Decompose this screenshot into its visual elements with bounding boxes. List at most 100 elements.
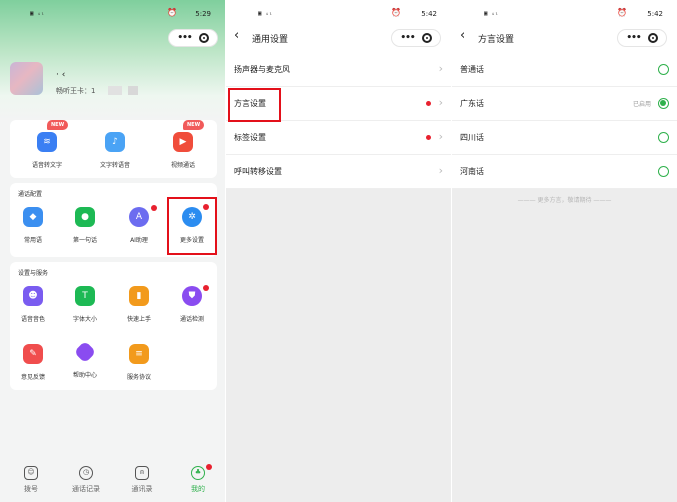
chevron-right-icon: › (438, 164, 443, 177)
service-item-agreement[interactable]: ≡ 服务协议 (114, 344, 164, 381)
service-item-feedback[interactable]: ✎ 意见反馈 (8, 344, 58, 381)
service-item-label: 快速上手 (126, 316, 151, 323)
text-to-speech-icon: ♪ (105, 132, 125, 152)
service-item-label: 帮助中心 (72, 372, 97, 379)
back-arrow-icon[interactable]: ‹ (234, 28, 239, 43)
general-settings-panel: ▣ ᵢₗ ⏰ 5:42 ‹ 通用设置 ••• 扬声器与麦克风 › 方言设置 › … (226, 0, 451, 502)
row-label: 河南话 (460, 167, 484, 176)
new-badge: NEW (47, 120, 69, 130)
more-icon[interactable]: ••• (400, 33, 415, 43)
clock-icon: ◷ (79, 466, 93, 480)
avatar[interactable] (10, 62, 43, 95)
row-label: 标签设置 (234, 133, 266, 142)
back-arrow-icon[interactable]: ‹ (460, 28, 465, 43)
page-title: 通用设置 (252, 35, 289, 45)
shield-check-icon: ⛊ (182, 286, 202, 306)
chevron-right-icon: › (438, 96, 443, 109)
nav-dial[interactable]: ☺ 拨号 (9, 466, 53, 494)
service-item-help[interactable]: 帮助中心 (60, 340, 110, 379)
mini-program-capsule[interactable]: ••• (617, 29, 667, 47)
status-bar: ▣ ᵢₗ ⏰ 5:42 (226, 0, 451, 28)
service-item-font-size[interactable]: T 字体大小 (60, 286, 110, 323)
radio-unchecked[interactable] (658, 64, 669, 75)
chat-bubble-icon: ● (75, 207, 95, 227)
waveform-icon: ≋ NEW (37, 120, 69, 152)
mini-program-capsule[interactable]: ••• (391, 29, 441, 47)
service-item-label: 意见反馈 (20, 374, 45, 381)
more-icon[interactable]: ••• (177, 33, 192, 43)
service-item-label: 通话检测 (179, 316, 204, 323)
status-time: 5:42 (647, 10, 663, 18)
my-page-panel: ▣ ᵢₗ ⏰ 5:29 ••• · ‹ 畅听王卡：1 ≋ NEW 语音转文字 ♪ … (0, 0, 225, 502)
font-size-icon: T (75, 286, 95, 306)
dialpad-icon: ☺ (24, 466, 38, 480)
service-item-call-check[interactable]: ⛊ 通话检测 (167, 285, 217, 323)
feedback-icon: ✎ (23, 344, 43, 364)
profile-icon: ♣ (191, 466, 205, 480)
quick-action-video-call[interactable]: ▶ NEW 视频通话 (158, 120, 208, 169)
config-item-phrases[interactable]: ◆ 常用语 (8, 207, 58, 244)
dialect-row-henanese[interactable]: 河南话 (452, 155, 677, 189)
dialect-list: 普通话 广东话 已启用 四川话 河南话 (452, 53, 677, 189)
section-title: 设置与服务 (18, 270, 49, 277)
masked-number (128, 86, 138, 95)
signal-icon: ▣ ᵢₗ (30, 10, 45, 17)
alarm-icon: ⏰ (391, 8, 401, 17)
nav-mine[interactable]: ♣ 我的 (176, 464, 220, 494)
red-dot-badge (426, 101, 431, 106)
quick-action-text-to-speech[interactable]: ♪ 文字转语音 (90, 132, 140, 169)
help-center-icon (73, 340, 97, 364)
close-target-icon[interactable] (421, 33, 432, 43)
close-target-icon[interactable] (647, 33, 658, 43)
close-target-icon[interactable] (198, 33, 209, 43)
quick-actions-card: ≋ NEW 语音转文字 ♪ 文字转语音 ▶ NEW 视频通话 (10, 120, 217, 178)
quick-action-speech-to-text[interactable]: ≋ NEW 语音转文字 (22, 120, 72, 169)
enabled-tag: 已启用 (632, 101, 651, 108)
config-item-first-sentence[interactable]: ● 第一句话 (60, 207, 110, 244)
services-card: 设置与服务 ☻ 语音音色 T 字体大小 ▮ 快速上手 ⛊ 通话检测 ✎ 意见反馈… (10, 262, 217, 390)
config-item-ai-assistant[interactable]: A AI助理 (114, 205, 164, 244)
nav-label: 通讯录 (131, 485, 153, 493)
red-dot-badge (426, 135, 431, 140)
quick-start-icon: ▮ (129, 286, 149, 306)
quick-action-label: 文字转语音 (99, 162, 130, 169)
status-bar: ▣ ᵢₗ ⏰ 5:29 (0, 0, 225, 28)
settings-row-tags[interactable]: 标签设置 › (226, 121, 451, 155)
service-item-voice[interactable]: ☻ 语音音色 (8, 286, 58, 323)
config-item-label: 常用语 (23, 237, 42, 244)
red-dot-badge (206, 464, 212, 470)
service-item-quick-start[interactable]: ▮ 快速上手 (114, 286, 164, 323)
red-dot-badge (151, 205, 157, 211)
settings-row-call-forwarding[interactable]: 呼叫转移设置 › (226, 155, 451, 189)
status-time: 5:29 (195, 10, 211, 18)
row-label: 四川话 (460, 133, 484, 142)
agreement-icon: ≡ (129, 344, 149, 364)
highlight-box (167, 197, 217, 255)
nav-contacts[interactable]: ⍝ 通讯录 (120, 466, 164, 494)
radio-unchecked[interactable] (658, 166, 669, 177)
dialect-row-sichuanese[interactable]: 四川话 (452, 121, 677, 155)
page-title: 方言设置 (478, 35, 515, 45)
voice-person-icon: ☻ (23, 286, 43, 306)
masked-number (108, 86, 122, 95)
more-icon[interactable]: ••• (626, 33, 641, 43)
row-label: 扬声器与麦克风 (234, 65, 290, 74)
radio-checked[interactable] (658, 98, 669, 109)
service-item-label: 语音音色 (20, 316, 45, 323)
dialect-row-cantonese[interactable]: 广东话 已启用 (452, 87, 677, 121)
service-item-label: 字体大小 (72, 316, 97, 323)
radio-unchecked[interactable] (658, 132, 669, 143)
new-badge: NEW (183, 120, 205, 130)
row-label: 呼叫转移设置 (234, 167, 282, 176)
config-item-label: AI助理 (130, 237, 148, 244)
nav-label: 拨号 (24, 485, 38, 493)
video-call-icon: ▶ NEW (173, 120, 205, 152)
quick-action-label: 语音转文字 (31, 162, 62, 169)
signal-icon: ▣ ᵢₗ (258, 10, 273, 17)
mini-program-capsule[interactable]: ••• (168, 29, 218, 47)
settings-row-speaker-mic[interactable]: 扬声器与麦克风 › (226, 53, 451, 87)
dialect-row-mandarin[interactable]: 普通话 (452, 53, 677, 87)
nav-call-log[interactable]: ◷ 通话记录 (64, 466, 108, 494)
config-item-label: 第一句话 (72, 237, 97, 244)
quick-action-label: 视频通话 (170, 162, 195, 169)
